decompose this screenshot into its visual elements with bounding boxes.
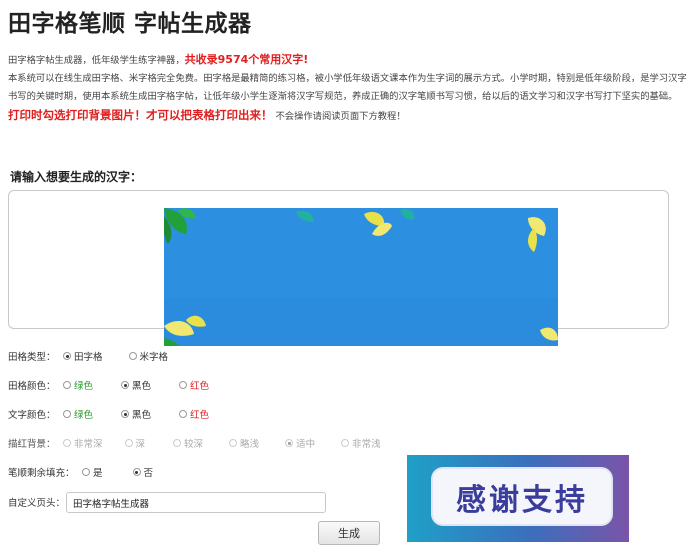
grid-type-label: 田格类型： [8, 352, 56, 363]
intro-paragraph: 本系统可以在线生成田字格、米字格完全免费。田字格是最精简的练习格，被小学低年级语… [8, 73, 687, 102]
option-label: 非常深 [74, 439, 103, 450]
radio-selected[interactable] [121, 381, 130, 389]
intro-line-1-text: 田字格字帖生成器，低年级学生练字神器， [8, 55, 185, 66]
text-color-label: 文字颜色： [8, 410, 56, 421]
option-label: 适中 [296, 439, 316, 450]
radio-unselected[interactable] [179, 410, 188, 418]
radio-unselected[interactable] [63, 381, 71, 389]
radio-unselected[interactable] [179, 381, 188, 389]
print-notice: 打印时勾选打印背景图片！才可以把表格打印出来！ 不会操作请阅读页面下方教程！ [8, 106, 694, 126]
fill-remaining-option-no[interactable]: 否 [132, 465, 154, 479]
radio-unselected[interactable] [124, 439, 133, 447]
trace-bg-option-light[interactable]: 略浅 [229, 436, 259, 450]
grid-color-label: 田格颜色： [8, 381, 56, 392]
trace-bg-option-darker[interactable]: 较深 [173, 436, 203, 450]
trace-bg-option-very-dark[interactable]: 非常深 [63, 436, 103, 450]
radio-unselected[interactable] [63, 410, 71, 418]
grid-color-option-red[interactable]: 红色 [179, 378, 209, 392]
grid-color-option-green[interactable]: 绿色 [63, 378, 93, 392]
thanks-text: 感谢支持 [433, 469, 611, 524]
option-label: 田字格 [74, 352, 103, 363]
fill-remaining-option-yes[interactable]: 是 [82, 465, 103, 479]
generate-button[interactable]: 生成 [318, 521, 380, 545]
radio-selected[interactable] [121, 410, 130, 418]
option-label: 是 [93, 468, 103, 479]
option-label: 深 [135, 439, 146, 450]
leaves-decoration [164, 208, 558, 346]
option-label: 绿色 [74, 410, 94, 421]
fill-remaining-row: 笔顺剩余填充： 是 否 [8, 464, 153, 480]
page-title: 田字格笔顺 字帖生成器 [8, 11, 252, 37]
option-label: 红色 [190, 381, 210, 392]
option-label: 红色 [190, 410, 210, 421]
radio-unselected[interactable] [229, 439, 238, 447]
radio-unselected[interactable] [128, 352, 137, 360]
trace-bg-option-medium[interactable]: 适中 [285, 436, 315, 450]
radio-unselected[interactable] [173, 439, 182, 447]
fill-remaining-label: 笔顺剩余填充： [8, 468, 75, 479]
text-color-row: 文字颜色： 绿色 黑色 红色 [8, 406, 209, 422]
option-label: 黑色 [132, 381, 152, 392]
custom-header-row: 自定义页头： [8, 494, 66, 510]
radio-selected[interactable] [285, 439, 294, 447]
radio-selected[interactable] [63, 352, 71, 360]
custom-header-label: 自定义页头： [8, 498, 66, 509]
input-prompt: 请输入想要生成的汉字： [10, 170, 143, 184]
grid-color-option-black[interactable]: 黑色 [121, 378, 151, 392]
radio-unselected[interactable] [63, 439, 71, 447]
option-label: 略浅 [240, 439, 260, 450]
intro-text: 田字格字帖生成器，低年级学生练字神器，共收录9574个常用汉字! 本系统可以在线… [8, 51, 694, 126]
print-note: 不会操作请阅读页面下方教程！ [275, 111, 406, 122]
intro-line-1: 田字格字帖生成器，低年级学生练字神器，共收录9574个常用汉字! [8, 51, 694, 70]
option-label: 较深 [184, 439, 204, 450]
radio-unselected[interactable] [341, 439, 350, 447]
radio-selected[interactable] [132, 468, 141, 476]
radio-unselected[interactable] [82, 468, 90, 476]
text-color-option-green[interactable]: 绿色 [63, 407, 93, 421]
trace-bg-option-very-light[interactable]: 非常浅 [341, 436, 381, 450]
grid-type-option-mizige[interactable]: 米字格 [128, 349, 169, 363]
text-color-option-red[interactable]: 红色 [179, 407, 209, 421]
custom-header-input[interactable] [66, 492, 326, 513]
grid-color-row: 田格颜色： 绿色 黑色 红色 [8, 377, 209, 393]
trace-bg-label: 描红背景： [8, 439, 56, 450]
grid-type-option-tianzige[interactable]: 田字格 [63, 349, 103, 363]
intro-highlight: 共收录9574个常用汉字! [184, 53, 309, 66]
option-label: 否 [143, 468, 154, 479]
option-label: 米字格 [139, 352, 169, 363]
print-highlight: 打印时勾选打印背景图片！才可以把表格打印出来！ [8, 108, 273, 122]
text-color-option-black[interactable]: 黑色 [121, 407, 151, 421]
option-label: 黑色 [132, 410, 152, 421]
trace-bg-row: 描红背景： 非常深 深 较深 略浅 适中 非常浅 [8, 435, 381, 451]
option-label: 绿色 [74, 381, 94, 392]
thanks-banner: 感谢支持 [407, 455, 629, 542]
grid-type-row: 田格类型： 田字格 米字格 [8, 348, 168, 364]
advert-banner [164, 208, 558, 346]
trace-bg-option-dark[interactable]: 深 [124, 436, 146, 450]
option-label: 非常浅 [352, 439, 381, 450]
